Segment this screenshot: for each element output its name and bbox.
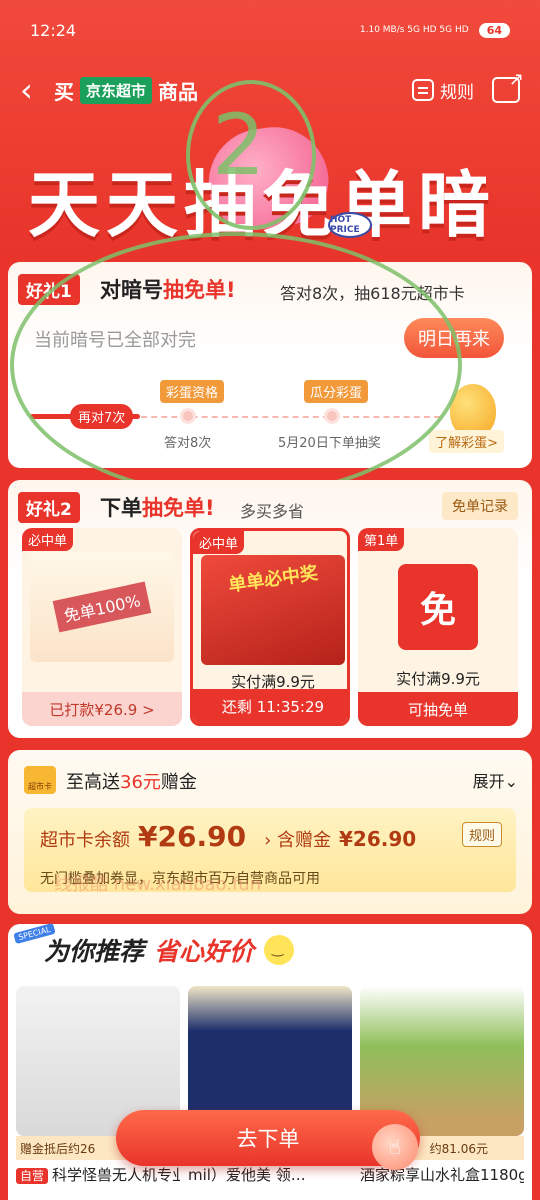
product-tag: 必中单 xyxy=(193,531,245,554)
product-footer[interactable]: 可抽免单 xyxy=(358,692,518,726)
gift1-title: 对暗号抽免单! xyxy=(100,274,236,304)
status-icons: 1.10 MB/s 5G HD 5G HD 64 xyxy=(359,22,510,38)
gift2-subtitle: 多买多省 xyxy=(240,502,305,521)
gift1-title-b: 抽免单 xyxy=(163,278,226,302)
rules-icon xyxy=(412,79,434,101)
title-suffix: 商品 xyxy=(158,79,199,104)
rules-button[interactable]: 规则 xyxy=(412,78,474,103)
balance-label: 超市卡余额 xyxy=(40,830,130,851)
hot-price-badge: HOT PRICE xyxy=(328,212,372,238)
status-bar: 12:24 1.10 MB/s 5G HD 5G HD 64 xyxy=(0,0,540,60)
progress-node-1 xyxy=(180,408,196,424)
product-card-2[interactable]: 必中单 单单必中奖 实付满9.9元 还剩 11:35:29 xyxy=(190,528,350,726)
gift1-card: 好礼1 对暗号抽免单! 答对8次，抽618元超市卡 当前暗号已全部对完 明日再来… xyxy=(8,262,532,468)
item-name: mil）爱他美 领… xyxy=(188,1164,352,1186)
gift2-tag: 好礼2 xyxy=(18,492,80,523)
tap-hand-icon: ☝ xyxy=(372,1124,418,1170)
node2-tag: 瓜分彩蛋 xyxy=(304,380,369,403)
gift1-tag: 好礼1 xyxy=(18,274,80,305)
free-order-record-button[interactable]: 免单记录 xyxy=(442,492,518,520)
page-title: 买 京东超市 商品 xyxy=(54,76,198,105)
gift3-title-a: 至高送 xyxy=(66,772,120,793)
gift3-title: 至高送36元赠金 xyxy=(66,768,197,794)
watermark: 线报酷 new.xianbao.fun xyxy=(54,874,262,895)
supermarket-card-icon: 超市卡 xyxy=(24,766,56,794)
gift2-title-b: 抽免单 xyxy=(142,496,205,520)
rules-label: 规则 xyxy=(440,82,474,103)
jd-supermarket-badge: 京东超市 xyxy=(80,76,153,104)
product-image: 单单必中奖 xyxy=(201,555,345,665)
gift2-title-c: ! xyxy=(205,496,215,520)
product-tag: 必中单 xyxy=(22,528,74,551)
product-tag: 第1单 xyxy=(358,528,405,551)
gift1-subtitle: 答对8次，抽618元超市卡 xyxy=(280,284,465,303)
product-footer[interactable]: 已打款¥26.9 > xyxy=(22,692,182,726)
bonus-value: ¥26.90 xyxy=(338,827,417,851)
recommend-title: 为你推荐 xyxy=(44,937,145,966)
network-info: 1.10 MB/s 5G HD 5G HD xyxy=(359,25,469,35)
gift2-title-a: 下单 xyxy=(100,496,142,520)
card-rules-button[interactable]: 规则 xyxy=(461,822,502,847)
progress-node-2 xyxy=(324,408,340,424)
gift1-status: 当前暗号已全部对完 xyxy=(34,330,196,351)
progress-pill: 再对7次 xyxy=(70,404,134,429)
product-card-1[interactable]: 必中单 免单100% 已打款¥26.9 > xyxy=(22,528,182,726)
smile-icon xyxy=(264,935,295,965)
product-price: 实付满9.9元 xyxy=(396,670,480,688)
learn-egg-link[interactable]: 了解彩蛋> xyxy=(429,430,504,453)
expand-button[interactable]: 展开⌄ xyxy=(473,768,518,792)
product-countdown[interactable]: 还剩 11:35:29 xyxy=(193,689,347,723)
battery-icon: 64 xyxy=(478,22,510,38)
share-icon[interactable] xyxy=(492,69,524,103)
product-image: 免 xyxy=(366,552,510,662)
balance-value: ¥26.90 xyxy=(138,820,247,853)
gift1-title-c: ! xyxy=(226,278,236,302)
node1-label: 答对8次 xyxy=(164,436,212,451)
item-name-text: mil）爱他美 领… xyxy=(188,1166,306,1184)
self-operated-tag: 自营 xyxy=(16,1168,49,1184)
promo-text: 单单必中奖 xyxy=(227,562,320,597)
title-prefix: 买 xyxy=(54,79,74,104)
chevron-left-icon[interactable]: ‹ xyxy=(20,74,54,106)
item-name-text: 酒家粽享山水礼盒1180g… xyxy=(360,1166,524,1184)
item-name: 自营科学怪兽无人机专业航… xyxy=(16,1164,180,1187)
node1-tag: 彩蛋资格 xyxy=(160,380,225,403)
product-card-3[interactable]: 第1单 免 实付满9.9元 可抽免单 xyxy=(358,528,518,726)
gift3-title-c: 赠金 xyxy=(160,772,197,793)
recommend-slogan: 省心好价 xyxy=(154,937,255,966)
gift2-title: 下单抽免单! xyxy=(100,492,215,522)
gift-bag-icon: 免 xyxy=(398,564,478,650)
product-image: 免单100% xyxy=(30,552,174,662)
gift3-title-b: 36元 xyxy=(120,772,161,793)
item-name-text: 科学怪兽无人机专业航… xyxy=(52,1166,180,1184)
gift2-card: 好礼2 下单抽免单! 多买多省 免单记录 必中单 免单100% 已打款¥26.9… xyxy=(8,480,532,738)
stamp-text: 免单100% xyxy=(52,581,152,633)
come-back-tomorrow-button[interactable]: 明日再来 xyxy=(404,318,504,358)
bonus-label: › 含赠金 xyxy=(264,830,331,851)
annotation-number: 2 xyxy=(212,96,266,194)
node2-label: 5月20日下单抽奖 xyxy=(278,436,381,451)
status-time: 12:24 xyxy=(30,20,77,40)
gift1-title-a: 对暗号 xyxy=(100,278,163,302)
